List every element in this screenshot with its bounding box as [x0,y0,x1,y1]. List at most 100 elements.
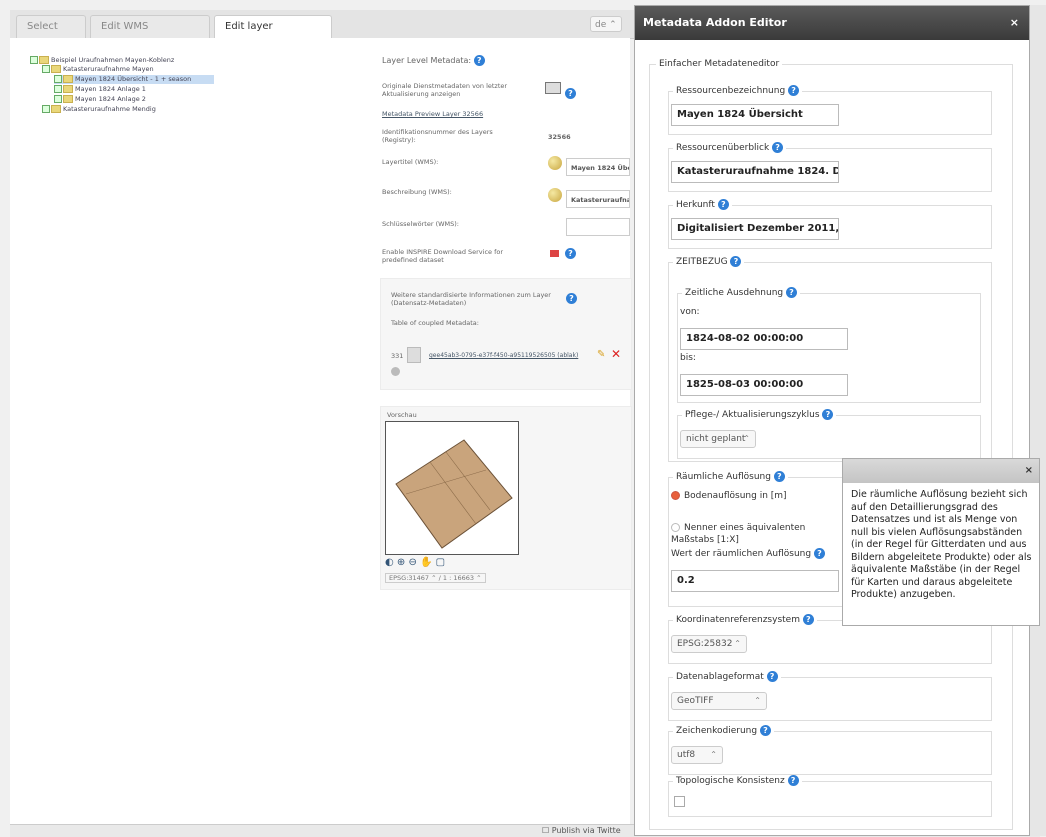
tooltip-text: Die räumliche Auflösung bezieht sich auf… [851,489,1032,600]
from-label: von: [680,307,700,317]
title-label: Layertitel (WMS): [382,158,439,166]
ball-icon[interactable] [548,156,562,170]
close-icon[interactable]: × [1025,459,1033,483]
coupled-metadata-link[interactable]: gee45ab3-0795-e37f-f450-a95119526505 (ab… [429,352,589,360]
simple-editor-fieldset: Einfacher Metadateneditor Ressourcenbeze… [649,58,1013,830]
tree-item[interactable]: Katasteruraufnahme Mendig [42,105,156,114]
help-icon[interactable]: ? [717,199,729,210]
dialog-title-bar[interactable]: Metadata Addon Editor [635,6,1029,40]
format-legend: Datenablageformat ? [673,671,781,683]
id-label: Identifikationsnummer des Layers (Regist… [382,128,493,144]
keywords-input[interactable] [566,218,630,236]
temporal-extent-legend: Zeitliche Ausdehnung ? [682,287,800,299]
delete-icon[interactable]: ✕ [611,347,621,361]
download-icon[interactable] [550,250,559,257]
help-icon[interactable]: ? [788,85,800,96]
tree-item[interactable]: Mayen 1824 Anlage 2 [54,95,146,104]
crs-select[interactable]: EPSG:25832 ⌃ [671,635,747,653]
res-overview-input[interactable]: Katasteruraufnahme 1824. D [671,161,839,183]
map-toolbar[interactable]: ◐ ⊕ ⊖ ✋ ▢ [385,557,445,568]
language-value: de [595,20,607,30]
help-icon[interactable]: ? [566,293,577,304]
help-icon[interactable]: ? [772,142,784,153]
res-name-legend: Ressourcenbezeichnung ? [673,85,803,97]
page-scrollbar[interactable] [1030,5,1046,836]
origin-fieldset: Herkunft ? Digitalisiert Dezember 2011, [668,199,992,249]
crs-fieldset: Koordinatenreferenzsystem ? EPSG:25832 ⌃ [668,614,992,664]
help-icon[interactable]: ? [565,88,576,99]
tree-item-selected[interactable]: Mayen 1824 Übersicht - 1 + season [54,75,214,84]
map-epsg-select[interactable]: EPSG:31467 ⌃ / 1 : 16663 ⌃ [385,573,486,583]
maintenance-legend: Pflege-/ Aktualisierungszyklus ? [682,409,837,421]
ball-icon[interactable] [548,188,562,202]
publish-twitter-checkbox[interactable]: ☐ Publish via Twitte [542,826,621,835]
help-icon[interactable]: ? [813,548,825,559]
radio-ground-resolution[interactable]: Bodenauflösung in [m] [671,490,787,502]
resolution-value-input[interactable]: 0.2 [671,570,839,592]
tree-item[interactable]: Beispiel Uraufnahmen Mayen-Koblenz [30,56,174,65]
maintenance-select[interactable]: nicht geplant ⌃ [680,430,756,448]
help-icon[interactable]: ? [766,671,778,682]
layer-desc-input[interactable]: Katasteruraufnahme [566,190,630,208]
metadata-preview-link[interactable]: Metadata Preview Layer 32566 [382,110,483,118]
topology-legend: Topologische Konsistenz ? [673,775,802,787]
help-icon[interactable]: ? [730,256,742,267]
add-icon[interactable] [391,367,400,376]
radio-on-icon[interactable] [671,491,680,500]
keywords-label: Schlüsselwörter (WMS): [382,220,459,228]
coupled-table-label: Table of coupled Metadata: [391,319,479,327]
pencil-icon[interactable]: ✎ [597,349,605,360]
help-icon[interactable]: ? [565,248,576,259]
encoding-select[interactable]: utf8 ⌃ [671,746,723,764]
layer-title-input[interactable]: Mayen 1824 Übersicht [566,158,630,176]
res-name-input[interactable]: Mayen 1824 Übersicht [671,104,839,126]
origin-legend: Herkunft ? [673,199,732,211]
encoding-legend: Zeichenkodierung ? [673,725,774,737]
topology-checkbox[interactable] [674,796,685,807]
left-panel: Beispiel Uraufnahmen Mayen-Koblenz Katas… [10,38,632,824]
encoding-fieldset: Zeichenkodierung ? utf8 ⌃ [668,725,992,775]
tab-select-wms[interactable]: Select WMS [16,15,86,54]
help-icon[interactable]: ? [773,471,785,482]
map-preview[interactable] [385,421,519,555]
to-date-input[interactable]: 1825-08-03 00:00:00 [680,374,848,396]
layer-meta-header: Layer Level Metadata: ? [382,55,485,66]
radio-off-icon[interactable] [671,523,680,532]
radio-scale-denominator[interactable]: Nenner eines äquivalenten Maßstabs [1:X] [671,522,841,546]
tab-edit-wms-metadata[interactable]: Edit WMS metadata [90,15,210,54]
tooltip-title-bar[interactable] [843,459,1039,483]
help-icon[interactable]: ? [473,55,485,66]
coupled-num: 331 [391,352,404,360]
res-overview-legend: Ressourcenüberblick ? [673,142,787,154]
res-name-fieldset: Ressourcenbezeichnung ? Mayen 1824 Übers… [668,85,992,135]
format-fieldset: Datenablageformat ? GeoTIFF ⌃ [668,671,992,721]
language-select[interactable]: de ⌃ [590,16,622,32]
help-icon[interactable]: ? [786,287,797,298]
tree-item[interactable]: Katasteruraufnahme Mayen [42,65,154,74]
temporal-fieldset: ZEITBEZUG ? Zeitliche Ausdehnung ? von: … [668,256,992,462]
help-icon[interactable]: ? [822,409,834,420]
id-value: 32566 [548,133,571,141]
resolution-legend: Räumliche Auflösung ? [673,471,788,483]
help-icon[interactable]: ? [787,775,799,786]
monitor-icon[interactable] [545,82,561,94]
from-date-input[interactable]: 1824-08-02 00:00:00 [680,328,848,350]
help-icon[interactable]: ? [759,725,771,736]
close-icon[interactable]: × [1010,6,1019,40]
simple-editor-legend: Einfacher Metadateneditor [656,58,783,70]
to-label: bis: [680,353,696,363]
origin-input[interactable]: Digitalisiert Dezember 2011, [671,218,839,240]
orig-service-label: Originale Dienstmetadaten von letzter Ak… [382,82,508,98]
help-icon[interactable]: ? [802,614,814,625]
more-info-label: Weitere standardisierte Informationen zu… [391,291,551,307]
coupled-metadata-box: Weitere standardisierte Informationen zu… [380,278,632,390]
tab-edit-layer-metadata[interactable]: Edit layer metadata [214,15,332,54]
topology-fieldset: Topologische Konsistenz ? [668,775,992,817]
document-icon[interactable] [407,347,421,363]
preview-box: Vorschau ◐ ⊕ ⊖ ✋ ▢ EPSG:31467 ⌃ / 1 : 16… [380,406,632,590]
maintenance-fieldset: Pflege-/ Aktualisierungszyklus ? nicht g… [677,409,981,459]
res-overview-fieldset: Ressourcenüberblick ? Katasteruraufnahme… [668,142,992,192]
tree-item[interactable]: Mayen 1824 Anlage 1 [54,85,146,94]
temporal-legend: ZEITBEZUG ? [673,256,745,268]
format-select[interactable]: GeoTIFF ⌃ [671,692,767,710]
